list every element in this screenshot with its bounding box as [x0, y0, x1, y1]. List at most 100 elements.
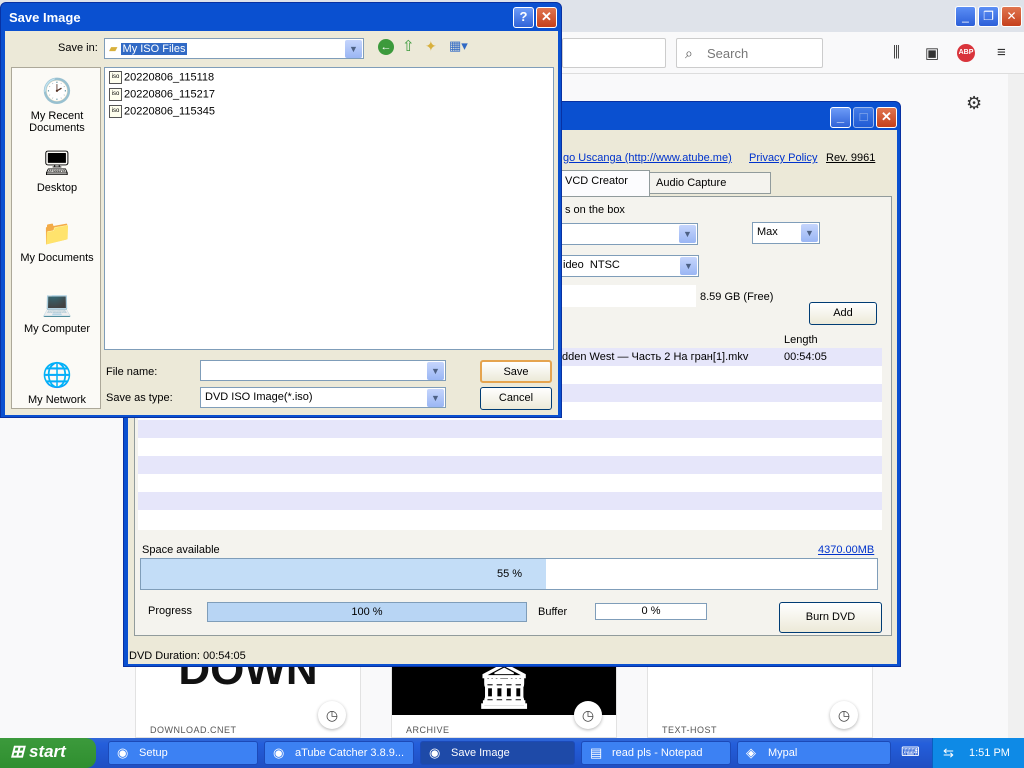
file-name-field[interactable]: ▼ [200, 360, 446, 381]
list-item [138, 456, 882, 474]
file-name: 20220806_115217 [124, 88, 215, 101]
clock-icon: ◷ [830, 701, 858, 729]
close-button[interactable]: ✕ [1001, 6, 1022, 27]
task-save-image[interactable]: ◉ Save Image [420, 741, 575, 765]
revision-link[interactable]: Rev. 9961 [826, 152, 875, 164]
start-button[interactable]: ⊞ start [0, 738, 96, 768]
new-folder-icon[interactable]: ✦ [425, 38, 437, 55]
windows-logo-icon: ⊞ [10, 742, 25, 761]
back-icon[interactable]: ← [378, 39, 394, 55]
place-desktop[interactable]: 🖥 Desktop [12, 148, 102, 194]
clock: 1:51 PM [969, 747, 1010, 759]
space-value-link[interactable]: 4370.00MB [818, 544, 874, 556]
view-menu-icon[interactable]: ▦▾ [449, 38, 468, 54]
save-in-value: My ISO Files [120, 43, 188, 55]
tile-caption: ARCHIVE [406, 725, 450, 735]
progress-label: Progress [148, 605, 193, 617]
maximize-button[interactable]: □ [853, 107, 874, 128]
computer-icon: 💻 [42, 291, 72, 318]
adblock-icon[interactable]: ABP [957, 44, 975, 62]
place-my-network[interactable]: 🌐 My Network [12, 360, 102, 406]
file-list[interactable]: iso 20220806_115118 iso 20220806_115217 is… [104, 67, 554, 350]
file-item[interactable]: iso 20220806_115118 [109, 71, 214, 84]
quality-combo[interactable]: Max ▼ [752, 222, 820, 244]
keyboard-icon[interactable]: ⌨ [901, 744, 920, 760]
desktop-icon: 🖥 [41, 150, 73, 177]
save-in-label: Save in: [58, 42, 98, 54]
recent-documents-icon: 🕑 [42, 78, 72, 105]
notepad-icon: ▤ [590, 745, 603, 760]
gear-icon[interactable]: ⚙ [966, 93, 982, 114]
documents-icon: 📁 [42, 220, 72, 247]
list-item [138, 474, 882, 492]
iso-file-icon: iso [109, 88, 122, 101]
dialog-body: Save in: ▰ My ISO Files ▼ ← ⇧ ✦ ▦▾ 🕑 My R… [5, 31, 558, 415]
start-label: start [28, 742, 66, 761]
save-button[interactable]: Save [480, 360, 552, 383]
menu-icon[interactable]: ≡ [997, 44, 1006, 61]
task-label: read pls - Notepad [612, 747, 703, 759]
minimize-button[interactable]: _ [955, 6, 976, 27]
search-box[interactable]: ⌕ Search [676, 38, 823, 68]
task-label: Save Image [451, 747, 510, 759]
place-label: My Computer [23, 323, 91, 335]
url-bar[interactable] [562, 38, 666, 68]
tile-caption: TEXT-HOST [662, 725, 718, 735]
disc-combo[interactable]: ▼ [558, 223, 698, 245]
scrollbar[interactable] [1008, 74, 1024, 738]
place-recent[interactable]: 🕑 My Recent Documents [12, 76, 102, 134]
tab-vcd-creator[interactable]: VCD Creator [558, 170, 650, 196]
system-tray: ⇆ 1:51 PM [932, 738, 1024, 768]
folder-icon: ▰ [109, 43, 118, 55]
sidebar-icon[interactable]: ▣ [925, 44, 939, 62]
file-name: 20220806_115345 [124, 105, 215, 118]
place-my-computer[interactable]: 💻 My Computer [12, 289, 102, 335]
help-button[interactable]: ? [513, 7, 534, 28]
buffer-bar: 0 % [595, 603, 707, 620]
tab-audio-capture[interactable]: Audio Capture [649, 172, 771, 194]
task-label: Setup [139, 747, 168, 759]
place-my-documents[interactable]: 📁 My Documents [12, 218, 102, 264]
library-icon[interactable]: ⫼ [893, 44, 900, 61]
save-in-combo[interactable]: ▰ My ISO Files ▼ [104, 38, 364, 59]
minimize-button[interactable]: _ [830, 107, 851, 128]
places-bar: 🕑 My Recent Documents 🖥 Desktop 📁 My Docume… [11, 67, 101, 409]
up-folder-icon[interactable]: ⇧ [402, 37, 415, 55]
task-setup[interactable]: ◉ Setup [108, 741, 258, 765]
tile-caption: DOWNLOAD.CNET [150, 725, 237, 735]
chevron-down-icon: ▼ [427, 389, 444, 407]
atube-icon: ◉ [273, 745, 285, 760]
progress-bar: 100 % [207, 602, 527, 622]
task-notepad[interactable]: ▤ read pls - Notepad [581, 741, 731, 765]
video-label: ideo [563, 259, 584, 271]
save-as-type-combo[interactable]: DVD ISO Image(*.iso) ▼ [200, 387, 446, 408]
cancel-button[interactable]: Cancel [480, 387, 552, 410]
video-format-combo[interactable]: ideo NTSC ▼ [558, 255, 699, 277]
network-tray-icon[interactable]: ⇆ [943, 745, 954, 761]
author-link[interactable]: go Uscanga (http://www.atube.me) [563, 152, 732, 164]
privacy-link[interactable]: Privacy Policy [749, 152, 817, 164]
free-space-label: 8.59 GB (Free) [700, 291, 774, 303]
file-name: 20220806_115118 [124, 71, 215, 84]
setup-icon: ◉ [117, 745, 129, 760]
space-percent: 55 % [497, 568, 523, 580]
chevron-down-icon: ▼ [427, 362, 444, 380]
file-item[interactable]: iso 20220806_115345 [109, 105, 215, 118]
length-column-header: Length [784, 334, 818, 346]
clock-icon: ◷ [318, 701, 346, 729]
close-button[interactable]: ✕ [876, 107, 897, 128]
output-path-field[interactable] [558, 285, 696, 307]
task-atube[interactable]: ◉ aTube Catcher 3.8.9... [264, 741, 414, 765]
add-button[interactable]: Add [809, 302, 877, 325]
task-mypal[interactable]: ◈ Mypal [737, 741, 891, 765]
quality-value: Max [757, 226, 778, 238]
file-item[interactable]: iso 20220806_115217 [109, 88, 215, 101]
place-label: Desktop [36, 182, 78, 194]
file-name-label: File name: [106, 366, 158, 378]
chevron-down-icon: ▼ [345, 40, 362, 58]
close-button[interactable]: ✕ [536, 7, 557, 28]
place-label: My Documents [20, 252, 94, 264]
restore-button[interactable]: ❐ [978, 6, 999, 27]
burn-dvd-button[interactable]: Burn DVD [779, 602, 882, 633]
space-bar: 55 % [140, 558, 878, 590]
